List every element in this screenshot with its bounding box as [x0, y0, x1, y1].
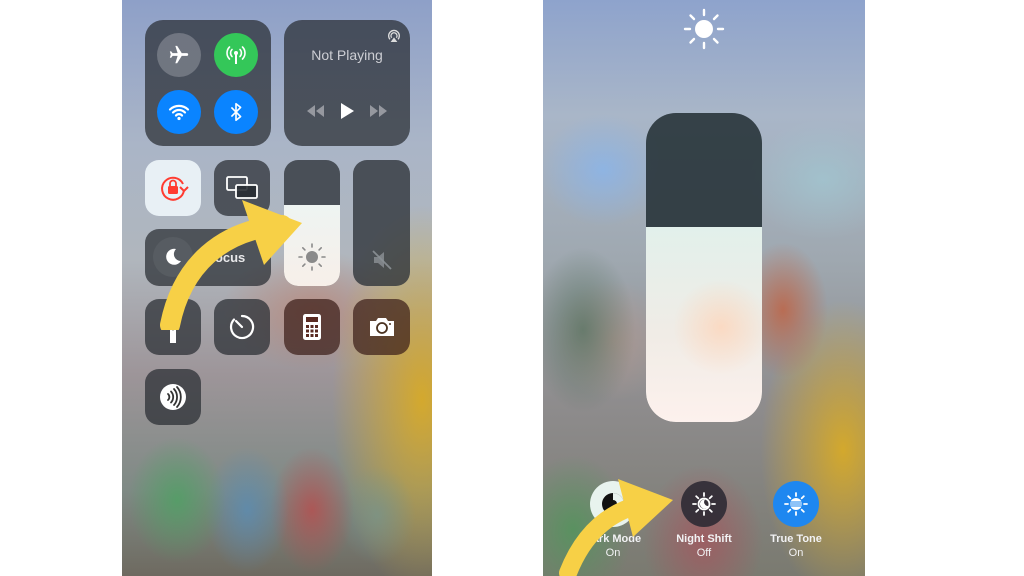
- screen-mirroring-button[interactable]: [214, 160, 270, 216]
- night-shift-state: Off: [696, 547, 712, 559]
- rotation-lock-icon: [161, 176, 189, 201]
- night-shift-option[interactable]: Night Shift Off: [659, 481, 749, 559]
- brightness-fill: [646, 227, 762, 422]
- airplay-icon[interactable]: [386, 28, 402, 44]
- true-tone-option[interactable]: True Tone On: [751, 481, 841, 559]
- timer-button[interactable]: [214, 299, 270, 355]
- volume-slider[interactable]: [353, 160, 410, 286]
- nfc-icon: [160, 384, 186, 410]
- connectivity-module: [145, 20, 271, 146]
- flashlight-icon: [167, 311, 179, 343]
- rotation-lock-toggle[interactable]: [145, 160, 201, 216]
- fast-forward-icon[interactable]: [369, 105, 389, 117]
- true-tone-state: On: [788, 547, 804, 559]
- wifi-toggle[interactable]: [157, 90, 201, 134]
- true-tone-icon: [784, 492, 808, 516]
- screen-mirroring-icon: [226, 176, 258, 199]
- focus-button[interactable]: Focus: [145, 229, 271, 286]
- nfc-reader-button[interactable]: [145, 369, 201, 425]
- brightness-expanded-screen: Dark Mode On Night Shift Off True Tone O…: [543, 0, 865, 576]
- brightness-slider-large[interactable]: [646, 113, 762, 422]
- brightness-slider[interactable]: [284, 160, 340, 286]
- camera-icon: [369, 318, 394, 336]
- flashlight-button[interactable]: [145, 299, 201, 355]
- focus-label: Focus: [207, 250, 246, 265]
- playback-controls: [284, 102, 410, 120]
- camera-button[interactable]: [353, 299, 410, 355]
- moon-icon: [166, 248, 181, 265]
- control-center-screen: Not Playing Focus: [122, 0, 432, 576]
- bluetooth-toggle[interactable]: [214, 90, 258, 134]
- dark-mode-button[interactable]: [590, 481, 636, 527]
- dark-mode-option[interactable]: Dark Mode On: [568, 481, 658, 559]
- speaker-muted-icon: [370, 248, 394, 272]
- dark-mode-icon: [602, 493, 624, 515]
- now-playing-title: Not Playing: [311, 47, 383, 63]
- sun-icon: [297, 242, 327, 272]
- sun-icon: [682, 7, 726, 51]
- wifi-icon: [168, 104, 190, 121]
- now-playing-module[interactable]: Not Playing: [284, 20, 410, 146]
- calculator-icon: [303, 314, 321, 340]
- focus-icon-circle: [153, 237, 193, 277]
- airplane-icon: [169, 45, 189, 64]
- play-icon[interactable]: [339, 102, 355, 120]
- night-shift-label: Night Shift: [676, 533, 732, 545]
- antenna-icon: [226, 46, 246, 64]
- bluetooth-icon: [230, 102, 242, 122]
- true-tone-button[interactable]: [773, 481, 819, 527]
- airplane-mode-toggle[interactable]: [157, 33, 201, 77]
- true-tone-label: True Tone: [770, 533, 822, 545]
- night-shift-icon: [692, 492, 716, 516]
- timer-icon: [229, 314, 255, 340]
- dark-mode-label: Dark Mode: [584, 533, 642, 545]
- rewind-icon[interactable]: [305, 105, 325, 117]
- calculator-button[interactable]: [284, 299, 340, 355]
- cellular-data-toggle[interactable]: [214, 33, 258, 77]
- dark-mode-state: On: [605, 547, 621, 559]
- night-shift-button[interactable]: [681, 481, 727, 527]
